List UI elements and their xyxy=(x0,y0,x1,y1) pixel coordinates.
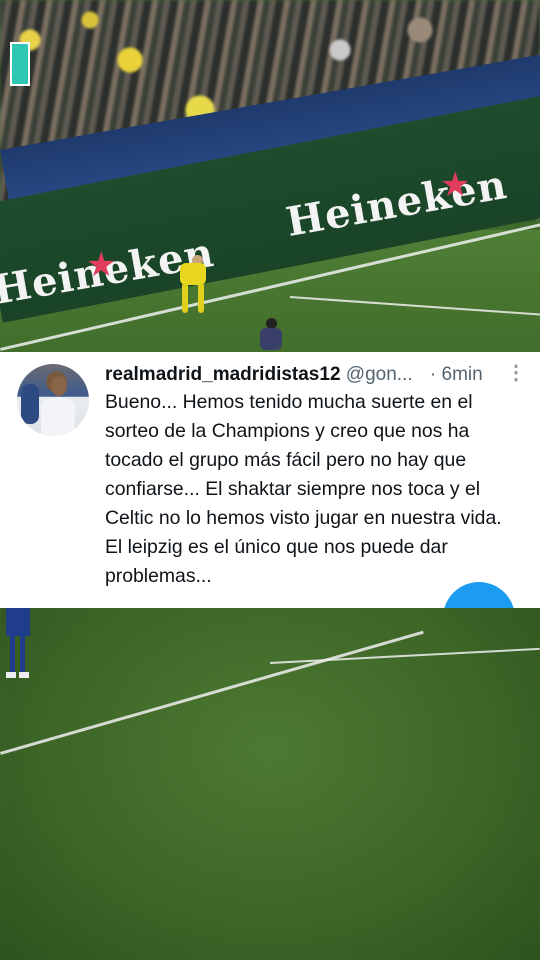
blue-player xyxy=(4,608,32,678)
pitch-bottom xyxy=(0,608,540,960)
star-icon: ★ xyxy=(440,166,471,204)
avatar[interactable] xyxy=(17,364,89,436)
star-icon: ★ xyxy=(86,246,117,284)
user-handle[interactable]: @gon... xyxy=(346,364,413,385)
tweet-header: realmadrid_madridistas12 @gon... · 6min xyxy=(105,364,525,388)
more-vertical-icon[interactable]: ⋮ xyxy=(506,360,526,385)
tweet-text: Bueno... Hemos tenido mucha suerte en el… xyxy=(105,391,502,587)
overlay-logo-icon xyxy=(10,42,30,86)
separator-dot: · xyxy=(429,364,437,385)
display-name[interactable]: realmadrid_madridistas12 xyxy=(105,364,341,385)
tweet-card[interactable]: realmadrid_madridistas12 @gon... · 6min … xyxy=(0,352,540,608)
tweet-timestamp[interactable]: 6min xyxy=(442,364,483,385)
